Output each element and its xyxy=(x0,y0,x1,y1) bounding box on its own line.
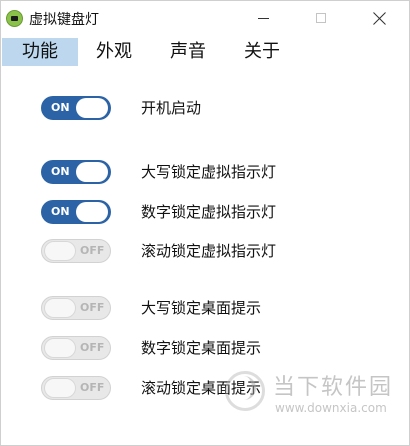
setting-row-num-virtual: ON 数字锁定虚拟指示灯 xyxy=(1,198,409,228)
menu-item-about[interactable]: 关于 xyxy=(235,38,289,66)
toggle-knob xyxy=(44,378,76,398)
minimize-icon xyxy=(257,17,269,19)
scroll-lock-virtual-toggle[interactable]: OFF xyxy=(41,239,111,263)
title-bar: 虚拟键盘灯 xyxy=(1,1,409,37)
watermark-logo-icon xyxy=(225,371,265,411)
menu-item-function[interactable]: 功能 xyxy=(2,38,78,66)
toggle-state-text: ON xyxy=(51,205,70,218)
minimize-button[interactable] xyxy=(245,5,281,31)
maximize-icon xyxy=(316,13,326,23)
toggle-state-text: ON xyxy=(51,101,70,114)
watermark-url: www.downxia.com xyxy=(275,401,387,415)
setting-label: 滚动锁定虚拟指示灯 xyxy=(141,242,277,260)
toggle-knob xyxy=(76,98,108,118)
menu-item-sound[interactable]: 声音 xyxy=(161,38,215,66)
watermark: 当下软件园 www.downxia.com xyxy=(223,365,409,435)
setting-row-startup: ON 开机启动 xyxy=(1,94,409,124)
setting-label: 大写锁定虚拟指示灯 xyxy=(141,163,277,181)
close-button[interactable] xyxy=(361,5,397,31)
watermark-name: 当下软件园 xyxy=(273,375,394,400)
setting-label: 大写锁定桌面提示 xyxy=(141,299,262,317)
app-window: 虚拟键盘灯 功能 外观 声音 关于 ON 开机启动 ON 大写锁定虚拟指示灯 O xyxy=(0,0,410,446)
setting-row-scroll-virtual: OFF 滚动锁定虚拟指示灯 xyxy=(1,237,409,267)
scroll-lock-desktop-toggle[interactable]: OFF xyxy=(41,376,111,400)
setting-label: 开机启动 xyxy=(141,99,202,117)
toggle-state-text: ON xyxy=(51,165,70,178)
num-lock-desktop-toggle[interactable]: OFF xyxy=(41,336,111,360)
menu-item-appearance[interactable]: 外观 xyxy=(87,38,141,66)
toggle-knob xyxy=(44,298,76,318)
startup-toggle[interactable]: ON xyxy=(41,96,111,120)
setting-row-caps-virtual: ON 大写锁定虚拟指示灯 xyxy=(1,158,409,188)
keyboard-light-app-icon xyxy=(6,10,23,27)
setting-row-num-desktop: OFF 数字锁定桌面提示 xyxy=(1,334,409,364)
caps-lock-desktop-toggle[interactable]: OFF xyxy=(41,296,111,320)
num-lock-virtual-toggle[interactable]: ON xyxy=(41,200,111,224)
close-icon xyxy=(373,12,386,25)
toggle-state-text: OFF xyxy=(80,341,105,354)
maximize-button[interactable] xyxy=(303,5,339,31)
toggle-knob xyxy=(76,202,108,222)
caps-lock-virtual-toggle[interactable]: ON xyxy=(41,160,111,184)
toggle-state-text: OFF xyxy=(80,381,105,394)
setting-label: 数字锁定虚拟指示灯 xyxy=(141,203,277,221)
menu-bar: 功能 外观 声音 关于 xyxy=(1,38,409,66)
toggle-state-text: OFF xyxy=(80,301,105,314)
toggle-knob xyxy=(44,241,76,261)
setting-label: 数字锁定桌面提示 xyxy=(141,339,262,357)
toggle-knob xyxy=(44,338,76,358)
window-title: 虚拟键盘灯 xyxy=(29,12,99,28)
toggle-state-text: OFF xyxy=(80,244,105,257)
toggle-knob xyxy=(76,162,108,182)
setting-row-caps-desktop: OFF 大写锁定桌面提示 xyxy=(1,294,409,324)
